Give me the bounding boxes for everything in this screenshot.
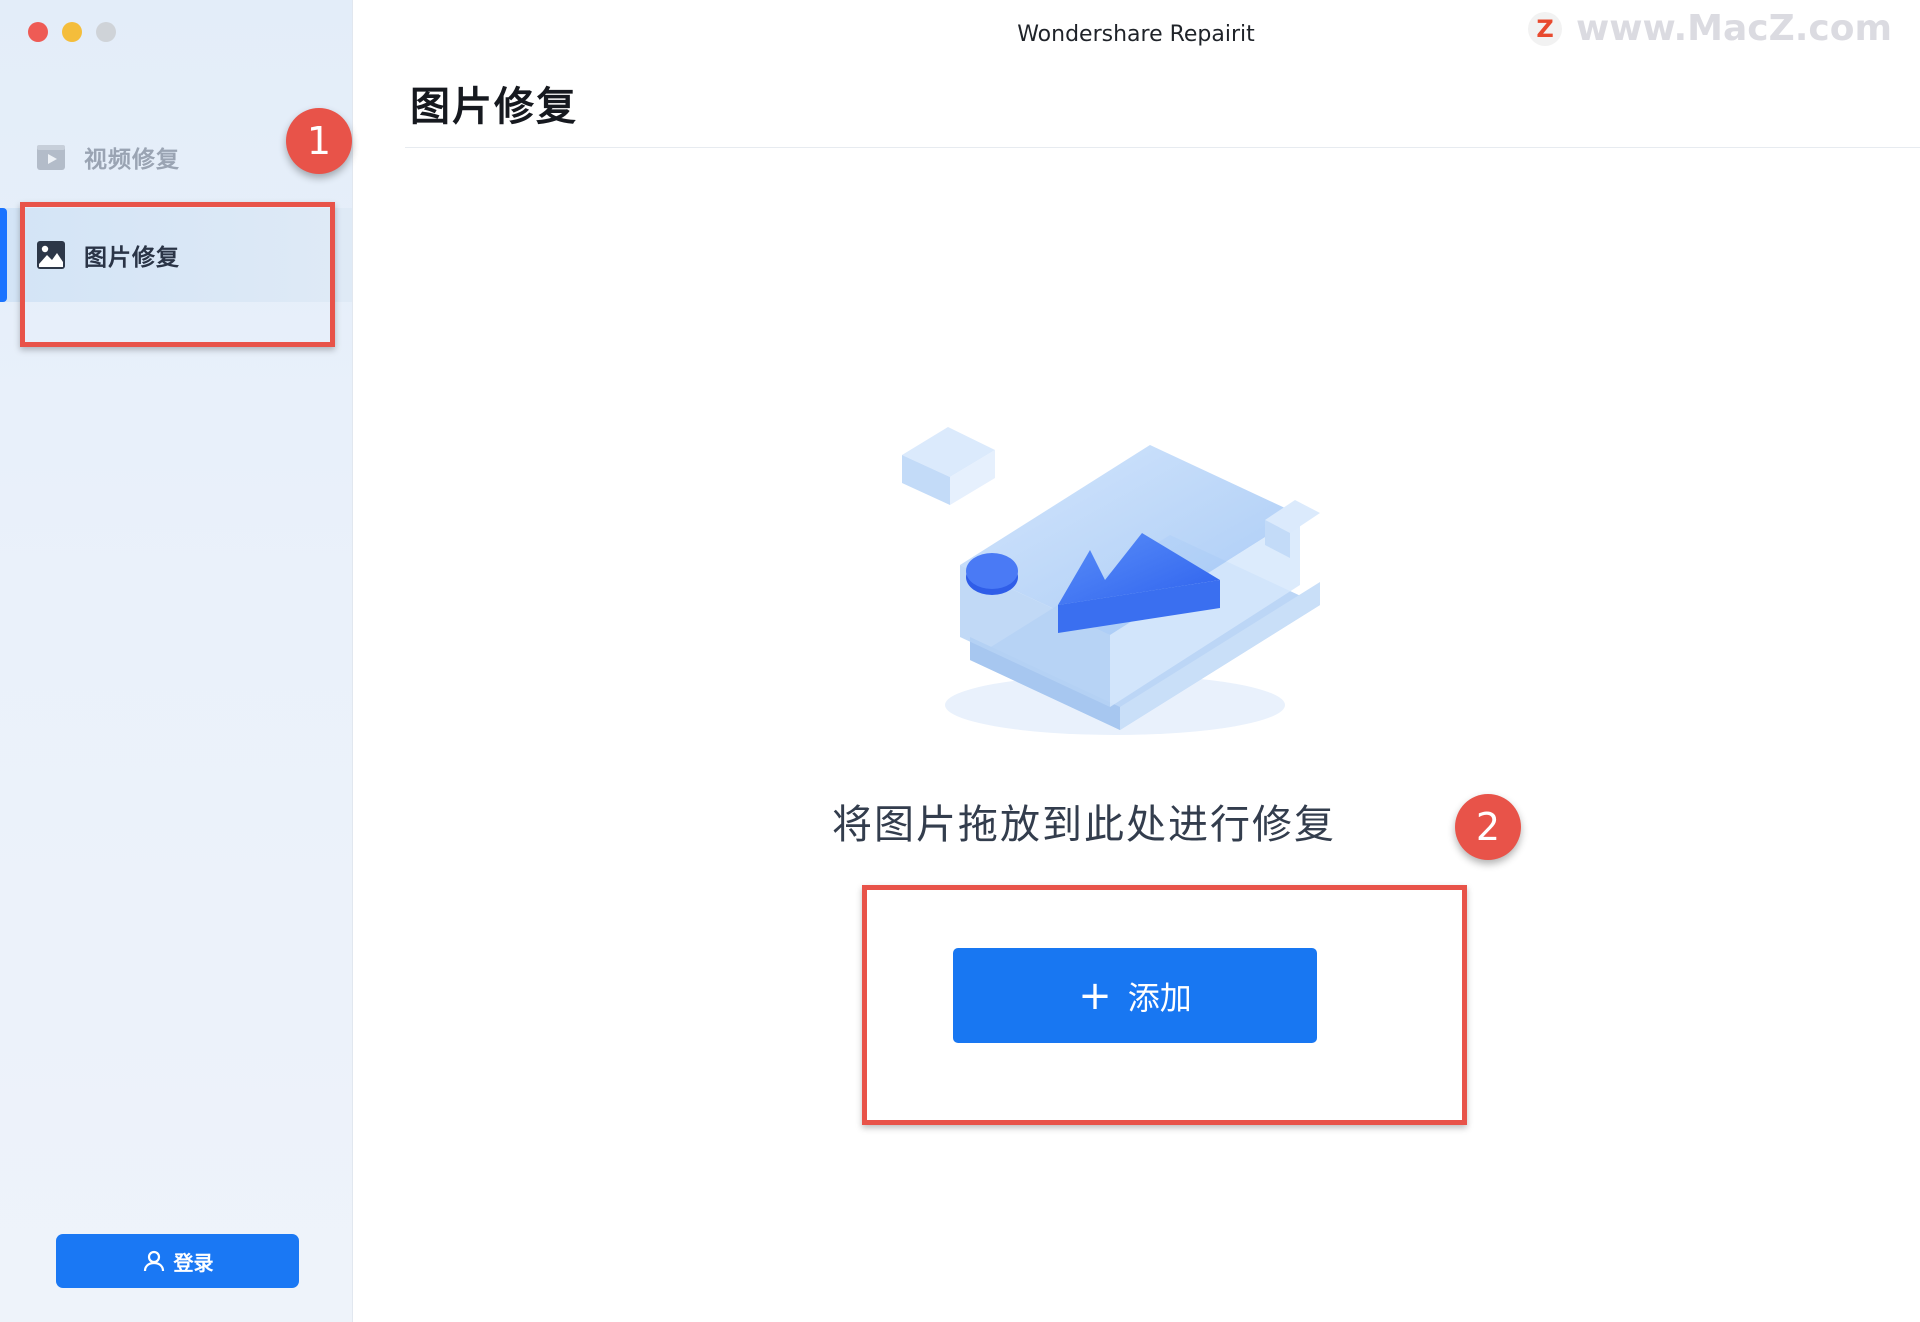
annotation-box-step1	[20, 202, 335, 347]
login-label: 登录	[173, 1250, 214, 1275]
watermark-text: www.MacZ.com	[1576, 8, 1892, 49]
minimize-window-button[interactable]	[62, 22, 82, 42]
sidebar: 视频修复 图片修复 登录	[0, 0, 353, 1322]
video-play-icon	[37, 145, 65, 170]
watermark: Z www.MacZ.com	[1528, 8, 1892, 49]
annotation-box-step2	[862, 885, 1467, 1125]
header-divider	[405, 147, 1920, 148]
user-icon	[143, 1250, 164, 1272]
page-title: 图片修复	[410, 84, 578, 130]
sidebar-item-label: 视频修复	[84, 147, 180, 173]
drop-hint-text: 将图片拖放到此处进行修复	[832, 802, 1336, 848]
watermark-logo: Z	[1528, 11, 1563, 46]
app-window: 视频修复 图片修复 登录 Wondershare Repairit Z www.…	[0, 0, 1920, 1322]
close-window-button[interactable]	[28, 22, 48, 42]
login-button[interactable]: 登录	[56, 1234, 299, 1288]
zoom-window-button[interactable]	[96, 22, 116, 42]
active-indicator	[0, 208, 7, 302]
drop-hint: 将图片拖放到此处进行修复	[352, 792, 1920, 850]
annotation-badge-step2: 2	[1455, 794, 1521, 860]
annotation-badge-step1: 1	[286, 108, 352, 174]
photo-repair-illustration	[902, 427, 1320, 735]
